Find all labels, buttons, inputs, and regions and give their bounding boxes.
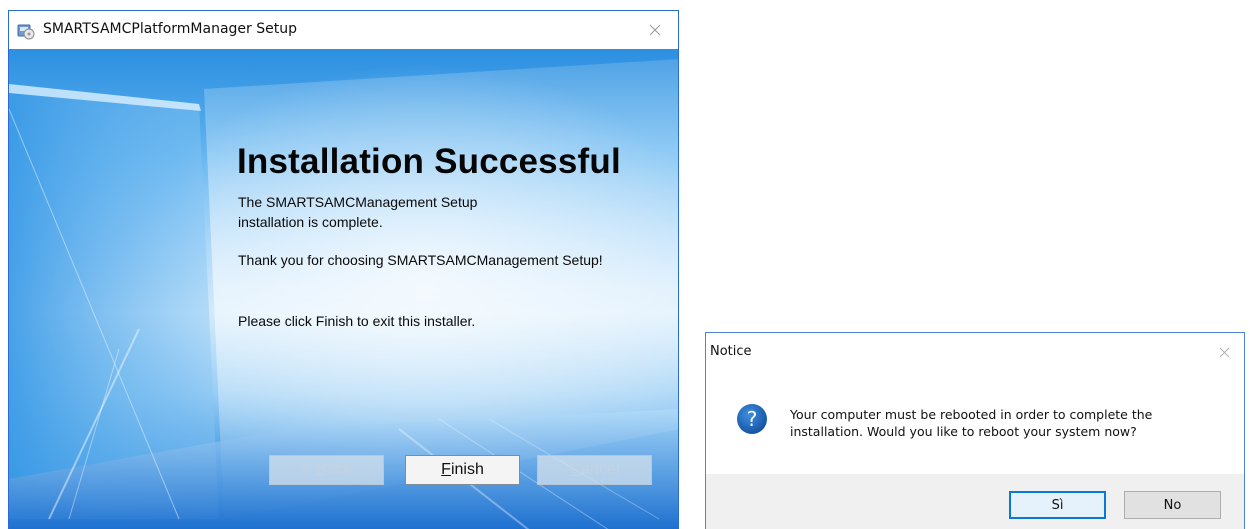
close-icon (1219, 347, 1229, 357)
cancel-button[interactable]: Cancel (537, 455, 652, 485)
completion-line-2: installation is complete. (238, 214, 383, 230)
thank-you-text: Thank you for choosing SMARTSAMCManageme… (238, 252, 603, 268)
notice-titlebar: Notice (706, 333, 1244, 371)
page-heading: Installation Successful (237, 142, 621, 181)
cancel-button-label: ancel (581, 461, 620, 478)
completion-line-1: The SMARTSAMCManagement Setup (238, 194, 478, 210)
back-button[interactable]: < Back (269, 455, 384, 485)
setup-close-button[interactable] (640, 17, 670, 43)
installer-app-icon (17, 24, 35, 40)
svg-text:?: ? (747, 407, 758, 431)
back-button-label: ack (326, 461, 352, 478)
setup-window: SMARTSAMCPlatformManager Setup Installat… (8, 10, 679, 529)
setup-window-title: SMARTSAMCPlatformManager Setup (43, 21, 297, 37)
setup-titlebar: SMARTSAMCPlatformManager Setup (9, 11, 678, 49)
yes-button[interactable]: Sì (1009, 491, 1106, 519)
notice-dialog-title: Notice (710, 344, 752, 359)
back-button-prefix: < (301, 461, 316, 478)
notice-message-line-2: installation. Would you like to reboot y… (790, 424, 1137, 439)
finish-button[interactable]: Finish (405, 455, 520, 485)
back-button-accel: B (315, 461, 327, 478)
notice-dialog: Notice ? Your computer must be rebooted … (705, 332, 1245, 529)
question-icon: ? (737, 404, 767, 434)
finish-button-accel: F (441, 461, 451, 478)
notice-message-line-1: Your computer must be rebooted in order … (790, 407, 1153, 422)
no-button[interactable]: No (1124, 491, 1221, 519)
finish-button-label: inish (450, 461, 484, 478)
notice-close-button[interactable] (1212, 341, 1236, 363)
yes-button-label: Sì (1051, 497, 1064, 513)
exit-instruction-text: Please click Finish to exit this install… (238, 313, 476, 329)
close-icon (649, 24, 661, 36)
no-button-label: No (1163, 497, 1182, 513)
cancel-button-accel: C (569, 461, 582, 478)
